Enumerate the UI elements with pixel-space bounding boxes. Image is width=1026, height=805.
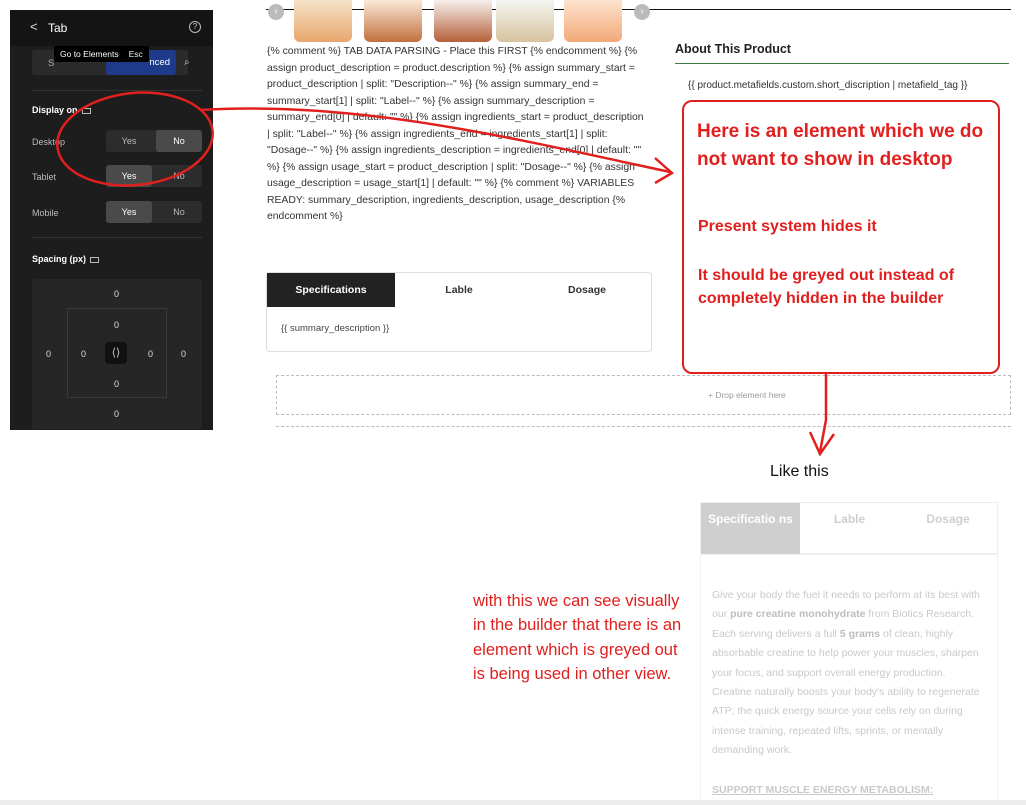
thumbnail[interactable] — [496, 0, 554, 42]
thumbnail[interactable] — [564, 0, 622, 42]
annotation-heading: Here is an element which we do not want … — [697, 121, 984, 170]
divider — [32, 237, 202, 238]
grey-text: of clean, highly absorbable creatine to … — [712, 627, 980, 757]
annotation-subtext-2: It should be greyed out instead of compl… — [698, 267, 955, 307]
link-spacing-icon[interactable]: ⟨⟩ — [105, 342, 127, 364]
spec-tabbar: Specifications Lable Dosage — [267, 273, 651, 307]
grey-tab-lable: Lable — [833, 512, 866, 526]
tablet-no-button[interactable]: No — [156, 165, 202, 187]
mobile-yes-button[interactable]: Yes — [106, 201, 152, 223]
metafield-text: {{ product.metafields.custom.short_discr… — [688, 80, 968, 91]
about-title: About This Product — [675, 42, 791, 56]
grey-tab-dosage: Dosage — [926, 512, 970, 526]
desktop-toggle: Yes No — [106, 130, 202, 152]
thumbnail[interactable] — [294, 0, 352, 42]
desktop-no-button[interactable]: No — [156, 130, 202, 152]
bottom-bar — [0, 800, 1026, 805]
like-this-label: Like this — [770, 463, 829, 480]
mobile-no-button[interactable]: No — [156, 201, 202, 223]
grey-heading: SUPPORT MUSCLE ENERGY METABOLISM: — [712, 784, 934, 796]
padding-top[interactable]: 0 — [114, 320, 119, 330]
tooltip-key: Esc — [128, 49, 143, 59]
about-underline — [675, 63, 1009, 64]
padding-right[interactable]: 0 — [148, 349, 153, 359]
explanation-note: with this we can see visually in the bui… — [473, 592, 682, 684]
row-desktop-label: Desktop — [32, 137, 66, 147]
display-on-label: Display on — [32, 105, 91, 115]
thumbnail[interactable] — [434, 0, 492, 42]
search-icon[interactable]: ⌕ — [184, 57, 190, 68]
grey-bold: pure creatine monohydrate — [730, 608, 866, 621]
grey-paragraph: Give your body the fuel it needs to perf… — [712, 586, 986, 761]
padding-left[interactable]: 0 — [81, 349, 86, 359]
tooltip-label: Go to Elements — [60, 49, 119, 59]
mobile-toggle: Yes No — [106, 201, 202, 223]
tooltip: Go to Elements Esc — [54, 46, 149, 62]
divider — [32, 90, 202, 91]
tab-specifications[interactable]: Specifications — [267, 273, 395, 307]
tablet-yes-button[interactable]: Yes — [106, 165, 152, 187]
thumbnail[interactable] — [364, 0, 422, 42]
drop-zone-label: + Drop element here — [708, 390, 786, 400]
back-icon[interactable]: < — [30, 19, 38, 34]
padding-bottom[interactable]: 0 — [114, 379, 119, 389]
margin-top[interactable]: 0 — [114, 289, 119, 299]
liquid-code-block: {% comment %} TAB DATA PARSING - Place t… — [267, 46, 644, 222]
panel-title: Tab — [48, 21, 68, 35]
help-icon[interactable]: ? — [189, 21, 201, 33]
margin-left[interactable]: 0 — [46, 349, 51, 359]
tab-dosage[interactable]: Dosage — [523, 273, 651, 307]
tablet-toggle: Yes No — [106, 165, 202, 187]
drop-separator — [276, 426, 1011, 427]
row-mobile-label: Mobile — [32, 208, 59, 218]
monitor-icon — [81, 107, 91, 114]
display-on-text: Display on — [32, 105, 78, 115]
panel-header — [10, 10, 213, 46]
grey-tab-specifications: Specificatio ns — [701, 503, 800, 555]
drop-zone[interactable] — [276, 375, 1011, 415]
margin-right[interactable]: 0 — [181, 349, 186, 359]
tab-lable[interactable]: Lable — [395, 273, 523, 307]
annotation-down-head — [808, 431, 836, 457]
margin-bottom[interactable]: 0 — [114, 409, 119, 419]
prev-arrow-icon[interactable]: ‹ — [268, 4, 284, 20]
desktop-yes-button[interactable]: Yes — [106, 130, 152, 152]
row-tablet-label: Tablet — [32, 172, 57, 182]
grey-bold: 5 grams — [839, 627, 881, 640]
next-arrow-icon[interactable]: › — [634, 4, 650, 20]
annotation-subtext: Present system hides it — [698, 218, 877, 235]
spacing-label: Spacing (px) — [32, 254, 100, 264]
monitor-icon — [90, 256, 100, 263]
grey-tabbar: Specificatio ns Lable Dosage — [700, 502, 998, 555]
tab-content: {{ summary_description }} — [281, 323, 390, 334]
annotation-arrow-head — [654, 157, 675, 185]
product-thumbnails: ‹ › — [268, 0, 650, 42]
spacing-text: Spacing (px) — [32, 254, 87, 264]
